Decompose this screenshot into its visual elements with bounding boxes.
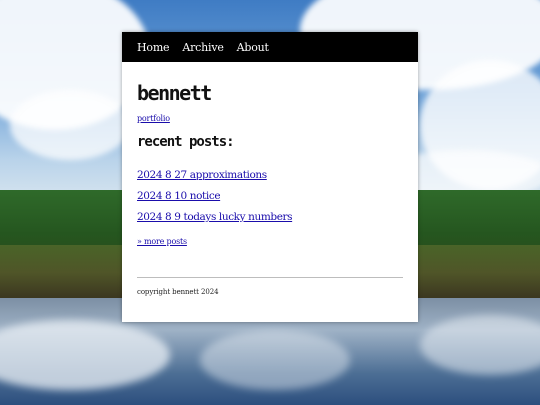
list-item: 2024 8 9 todays lucky numbers (137, 208, 403, 229)
list-item: 2024 8 10 notice (137, 187, 403, 208)
post-link[interactable]: 2024 8 10 notice (137, 190, 221, 202)
recent-posts-list: 2024 8 27 approximations 2024 8 10 notic… (137, 166, 403, 229)
recent-posts-heading: recent posts: (137, 134, 235, 150)
top-nav: Home Archive About (122, 32, 418, 62)
footer-divider (137, 277, 403, 278)
more-posts-link[interactable]: » more posts (137, 237, 187, 246)
portfolio-link[interactable]: portfolio (137, 114, 170, 123)
list-item: 2024 8 27 approximations (137, 166, 403, 187)
nav-archive-link[interactable]: Archive (182, 41, 223, 54)
post-link[interactable]: 2024 8 9 todays lucky numbers (137, 211, 293, 223)
page-card: Home Archive About bennett portfolio rec… (122, 32, 418, 322)
post-link[interactable]: 2024 8 27 approximations (137, 169, 267, 181)
site-title: bennett (137, 81, 212, 105)
cloud (10, 90, 130, 160)
water-reflection (200, 330, 350, 390)
nav-home-link[interactable]: Home (137, 41, 170, 54)
footer-copyright: copyright bennett 2024 (137, 288, 219, 296)
nav-about-link[interactable]: About (237, 41, 269, 54)
main-content: bennett portfolio recent posts: 2024 8 2… (122, 81, 418, 296)
